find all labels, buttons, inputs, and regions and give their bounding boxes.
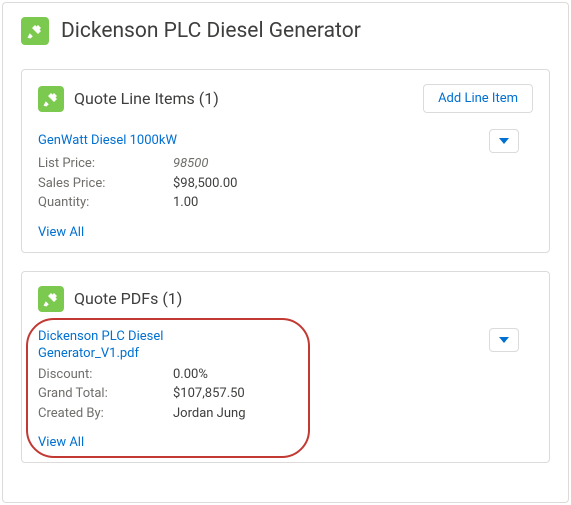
quote-line-items-card: Quote Line Items (1) Add Line Item GenWa… [21,69,550,253]
chevron-down-icon [499,138,509,144]
sales-price-label: Sales Price: [38,174,173,194]
created-by-row: Created By: Jordan Jung [38,404,533,424]
quote-pdfs-card: Quote PDFs (1) Dickenson PLC Diesel Gene… [21,271,550,464]
line-items-label: Quote Line Items [74,89,195,108]
discount-row: Discount: 0.00% [38,365,533,385]
pdfs-body: Dickenson PLC Diesel Generator_V1.pdf Di… [38,328,533,451]
chevron-down-icon [499,337,509,343]
list-price-value: 98500 [173,154,208,174]
discount-value: 0.00% [173,365,208,385]
tags-icon [38,86,64,112]
quote-icon [21,17,49,45]
page-header: Dickenson PLC Diesel Generator [3,3,568,59]
pdfs-count: (1) [162,289,182,308]
sales-price-row: Sales Price: $98,500.00 [38,174,533,194]
created-by-value: Jordan Jung [173,404,246,424]
pdfs-view-all-link[interactable]: View All [38,435,84,450]
pdfs-label: Quote PDFs [74,289,158,308]
pdfs-header: Quote PDFs (1) [38,286,533,312]
line-item-actions-button[interactable] [489,129,519,153]
sales-price-value: $98,500.00 [173,174,237,194]
tags-icon [38,286,64,312]
discount-label: Discount: [38,365,173,385]
grand-total-row: Grand Total: $107,857.50 [38,384,533,404]
line-items-body: GenWatt Diesel 1000kW List Price: 98500 … [38,129,533,240]
grand-total-label: Grand Total: [38,384,173,404]
add-line-item-button[interactable]: Add Line Item [423,84,533,113]
pdf-actions-button[interactable] [489,328,519,352]
page-title: Dickenson PLC Diesel Generator [61,19,361,43]
quantity-label: Quantity: [38,193,173,213]
page-container: Dickenson PLC Diesel Generator Quote Lin… [2,2,569,503]
quantity-value: 1.00 [173,193,198,213]
line-items-header: Quote Line Items (1) Add Line Item [38,84,533,113]
pdf-name-block: Dickenson PLC Diesel Generator_V1.pdf [38,328,178,365]
line-item-link[interactable]: GenWatt Diesel 1000kW [38,133,177,148]
created-by-label: Created By: [38,404,173,424]
content-area: Quote Line Items (1) Add Line Item GenWa… [3,69,568,481]
line-items-count: (1) [199,89,219,108]
list-price-label: List Price: [38,154,173,174]
quantity-row: Quantity: 1.00 [38,193,533,213]
line-items-view-all-link[interactable]: View All [38,225,84,240]
pdfs-title: Quote PDFs (1) [74,289,533,308]
pdf-link[interactable]: Dickenson PLC Diesel Generator_V1.pdf [38,328,178,363]
grand-total-value: $107,857.50 [173,384,245,404]
line-items-title: Quote Line Items (1) [74,89,423,108]
list-price-row: List Price: 98500 [38,154,533,174]
